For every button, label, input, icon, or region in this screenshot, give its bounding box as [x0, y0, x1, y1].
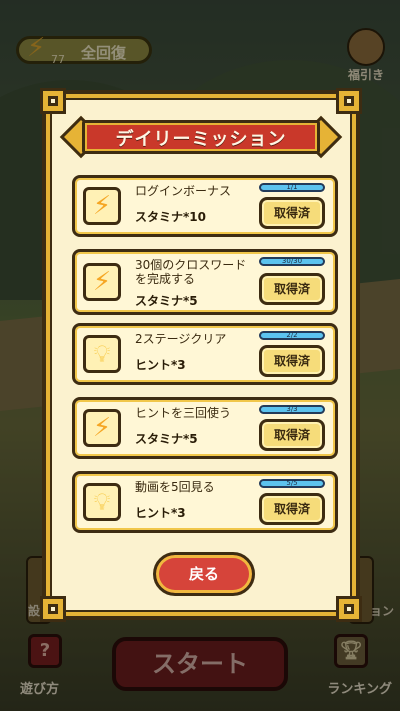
- mission-description: 動画を5回見る: [135, 480, 215, 494]
- mission-progress-bar: 3/3: [259, 405, 325, 414]
- frame-corner-ornament: [40, 596, 66, 622]
- mission-progress-bar: 2/2: [259, 331, 325, 340]
- frame-corner-ornament: [336, 88, 362, 114]
- mission-progress-text: 30/30: [281, 257, 303, 265]
- lightning-icon: ⚡: [92, 191, 112, 221]
- claim-button[interactable]: 取得済: [259, 273, 325, 305]
- mission-icon-box: 💡︎: [83, 483, 121, 521]
- claim-button[interactable]: 取得済: [259, 419, 325, 451]
- frame-corner-ornament: [40, 88, 66, 114]
- mission-icon-box: 💡︎: [83, 335, 121, 373]
- lightbulb-icon: 💡︎: [93, 340, 111, 368]
- mission-progress-bar: 30/30: [259, 257, 325, 266]
- mission-progress-bar: 1/1: [259, 183, 325, 192]
- mission-card: 💡︎ 2ステージクリア ヒント*3 2/2 取得済: [72, 323, 338, 385]
- mission-reward: スタミナ*10: [135, 210, 206, 224]
- mission-description: ログインボーナス: [135, 184, 232, 198]
- mission-icon-box: ⚡: [83, 263, 121, 301]
- mission-description: 30個のクロスワードを完成する: [135, 258, 247, 286]
- dialog-title-banner: デイリーミッション: [59, 115, 343, 160]
- mission-progress-text: 1/1: [286, 183, 298, 191]
- mission-progress-text: 2/2: [286, 331, 298, 339]
- mission-reward: スタミナ*5: [135, 294, 198, 308]
- mission-reward: ヒント*3: [135, 506, 186, 520]
- mission-description: 2ステージクリア: [135, 332, 227, 346]
- mission-card: 💡︎ 動画を5回見る ヒント*3 5/5 取得済: [72, 471, 338, 533]
- back-button[interactable]: 戻る: [153, 552, 255, 596]
- lightbulb-icon: 💡︎: [93, 488, 111, 516]
- claim-button[interactable]: 取得済: [259, 493, 325, 525]
- mission-card: ⚡ 30個のクロスワードを完成する スタミナ*5 30/30 取得済: [72, 249, 338, 315]
- mission-progress-bar: 5/5: [259, 479, 325, 488]
- frame-corner-ornament: [336, 596, 362, 622]
- mission-reward: ヒント*3: [135, 358, 186, 372]
- mission-progress-text: 3/3: [286, 405, 298, 413]
- lightning-icon: ⚡: [92, 267, 112, 297]
- mission-icon-box: ⚡: [83, 187, 121, 225]
- mission-icon-box: ⚡: [83, 409, 121, 447]
- mission-card: ⚡ ヒントを三回使う スタミナ*5 3/3 取得済: [72, 397, 338, 459]
- daily-mission-dialog: デイリーミッション ⚡ ログインボーナス スタミナ*10 1/1 取得済 ⚡ 3…: [40, 88, 362, 622]
- mission-card: ⚡ ログインボーナス スタミナ*10 1/1 取得済: [72, 175, 338, 237]
- mission-progress-text: 5/5: [286, 479, 298, 487]
- claim-button[interactable]: 取得済: [259, 197, 325, 229]
- dialog-title: デイリーミッション: [115, 129, 287, 150]
- lightning-icon: ⚡: [92, 413, 112, 443]
- mission-description: ヒントを三回使う: [135, 406, 232, 420]
- claim-button[interactable]: 取得済: [259, 345, 325, 377]
- mission-reward: スタミナ*5: [135, 432, 198, 446]
